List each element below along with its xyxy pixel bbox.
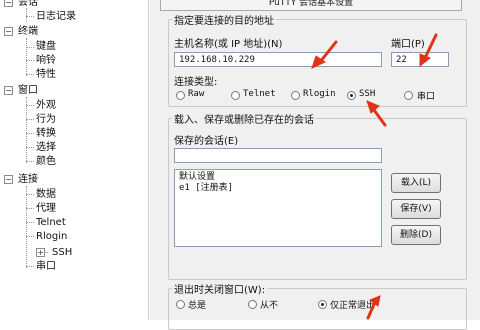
radio-serial[interactable] xyxy=(404,91,413,100)
tree-item-features[interactable]: 特性 xyxy=(36,68,56,81)
tree-item-label: 行为 xyxy=(36,114,56,125)
tree-item-data[interactable]: 数据 xyxy=(36,188,56,201)
radio-raw-label: Raw xyxy=(188,89,205,99)
radio-raw[interactable] xyxy=(176,91,185,100)
tree-connector xyxy=(26,105,34,106)
tree-connector xyxy=(26,147,34,148)
collapse-icon[interactable]: − xyxy=(4,86,13,95)
tree-item-label: SSH xyxy=(52,247,73,258)
tree-item-ssh[interactable]: + SSH xyxy=(36,246,73,259)
tree-item-selection[interactable]: 选择 xyxy=(36,141,56,154)
tree-item-colours[interactable]: 颜色 xyxy=(36,155,56,168)
radio-clean-exit-label: 仅正常退出 xyxy=(330,301,376,311)
radio-serial-label: 串口 xyxy=(417,92,436,102)
tree-item-rlogin[interactable]: Rlogin xyxy=(36,230,67,243)
radio-ssh-label: SSH xyxy=(359,89,376,99)
tree-item-label: Telnet xyxy=(36,217,66,228)
port-label: 端口(P) xyxy=(391,39,425,50)
tree-item-serial[interactable]: 串口 xyxy=(36,260,56,273)
tree-connector xyxy=(26,161,34,162)
port-input[interactable]: 22 xyxy=(391,52,449,67)
tree-item-appearance[interactable]: 外观 xyxy=(36,99,56,112)
tree-item-terminal[interactable]: − 终端 xyxy=(4,25,38,38)
tree-connector xyxy=(26,119,34,120)
expand-icon[interactable]: + xyxy=(36,248,45,257)
radio-rlogin-label: Rlogin xyxy=(303,89,336,99)
delete-button[interactable]: 删除(D) xyxy=(391,225,441,245)
tree-connector xyxy=(26,222,34,223)
tree-item-keyboard[interactable]: 键盘 xyxy=(36,40,56,53)
saved-sessions-input[interactable] xyxy=(174,148,382,163)
panel-header: PuTTY 会话基本设置 xyxy=(160,0,462,11)
host-input[interactable]: 192.168.10.229 xyxy=(174,52,382,67)
tree-item-label: 窗口 xyxy=(18,85,38,96)
tree-item-label: 响铃 xyxy=(36,55,56,66)
tree-connector xyxy=(26,74,34,75)
tree-connector xyxy=(26,97,27,163)
list-item[interactable]: 默认设置 xyxy=(179,172,377,183)
collapse-icon[interactable]: − xyxy=(4,175,13,184)
tree-item-telnet[interactable]: Telnet xyxy=(36,216,66,229)
host-label: 主机名称(或 IP 地址)(N) xyxy=(174,39,283,50)
tree-item-label: 数据 xyxy=(36,189,56,200)
tree-item-label: 键盘 xyxy=(36,41,56,52)
tree-connector xyxy=(26,16,34,17)
radio-ssh[interactable] xyxy=(347,91,356,100)
tree-item-label: 代理 xyxy=(36,203,56,214)
tree-item-label: 外观 xyxy=(36,100,56,111)
session-settings-panel: PuTTY 会话基本设置 指定要连接的目的地址 主机名称(或 IP 地址)(N)… xyxy=(150,0,480,330)
tree-item-logging[interactable]: 日志记录 xyxy=(36,10,76,23)
save-button[interactable]: 保存(V) xyxy=(391,199,441,219)
radio-clean-exit[interactable] xyxy=(318,300,327,309)
tree-item-label: Rlogin xyxy=(36,231,68,242)
tree-item-label: 颜色 xyxy=(36,156,56,167)
tree-item-label: 日志记录 xyxy=(36,11,76,22)
tree-connector xyxy=(26,133,34,134)
radio-never-label: 从不 xyxy=(260,301,279,311)
radio-always-label: 总是 xyxy=(188,301,207,311)
tree-connector xyxy=(26,236,34,237)
tree-connector xyxy=(26,47,34,48)
radio-telnet-label: Telnet xyxy=(243,89,276,99)
sessions-list[interactable]: 默认设置 e1 [注册表] xyxy=(174,169,382,247)
tree-item-label: 终端 xyxy=(18,26,38,37)
close-on-exit-label: 退出时关闭窗口(W): xyxy=(172,281,268,296)
tree-connector xyxy=(26,266,34,267)
tree-item-behaviour[interactable]: 行为 xyxy=(36,113,56,126)
tree-connector xyxy=(26,60,34,61)
radio-rlogin[interactable] xyxy=(291,91,300,100)
sessions-group-title: 载入、保存或删除已存在的会话 xyxy=(172,111,316,126)
radio-telnet[interactable] xyxy=(231,91,240,100)
tree-item-translation[interactable]: 转换 xyxy=(36,127,56,140)
tree-connector xyxy=(26,186,27,268)
collapse-icon[interactable]: − xyxy=(4,27,13,36)
tree-item-bell[interactable]: 响铃 xyxy=(36,54,56,67)
tree-connector xyxy=(26,38,27,76)
tree-item-connection[interactable]: − 连接 xyxy=(4,173,38,186)
category-tree[interactable]: − 会话 日志记录 − 终端 键盘 响铃 特性 − 窗口 外观 行为 转换 选择… xyxy=(0,0,149,320)
tree-item-window[interactable]: − 窗口 xyxy=(4,84,38,97)
radio-always[interactable] xyxy=(176,300,185,309)
tree-connector xyxy=(26,208,34,209)
connection-type-label: 连接类型: xyxy=(174,77,218,88)
tree-connector xyxy=(26,194,34,195)
tree-item-label: 连接 xyxy=(18,174,38,185)
radio-never[interactable] xyxy=(248,300,257,309)
tree-item-proxy[interactable]: 代理 xyxy=(36,202,56,215)
tree-item-label: 转换 xyxy=(36,128,56,139)
saved-sessions-label: 保存的会话(E) xyxy=(174,136,239,147)
list-item[interactable]: e1 [注册表] xyxy=(179,183,377,194)
tree-item-label: 选择 xyxy=(36,142,56,153)
tree-item-label: 会话 xyxy=(18,0,38,8)
target-group-title: 指定要连接的目的地址 xyxy=(172,12,276,27)
tree-connector xyxy=(26,8,27,22)
collapse-icon[interactable]: − xyxy=(4,0,13,7)
tree-item-label: 特性 xyxy=(36,69,56,80)
tree-item-session[interactable]: − 会话 xyxy=(4,0,38,9)
tree-item-label: 串口 xyxy=(36,261,56,272)
load-button[interactable]: 载入(L) xyxy=(391,173,441,193)
